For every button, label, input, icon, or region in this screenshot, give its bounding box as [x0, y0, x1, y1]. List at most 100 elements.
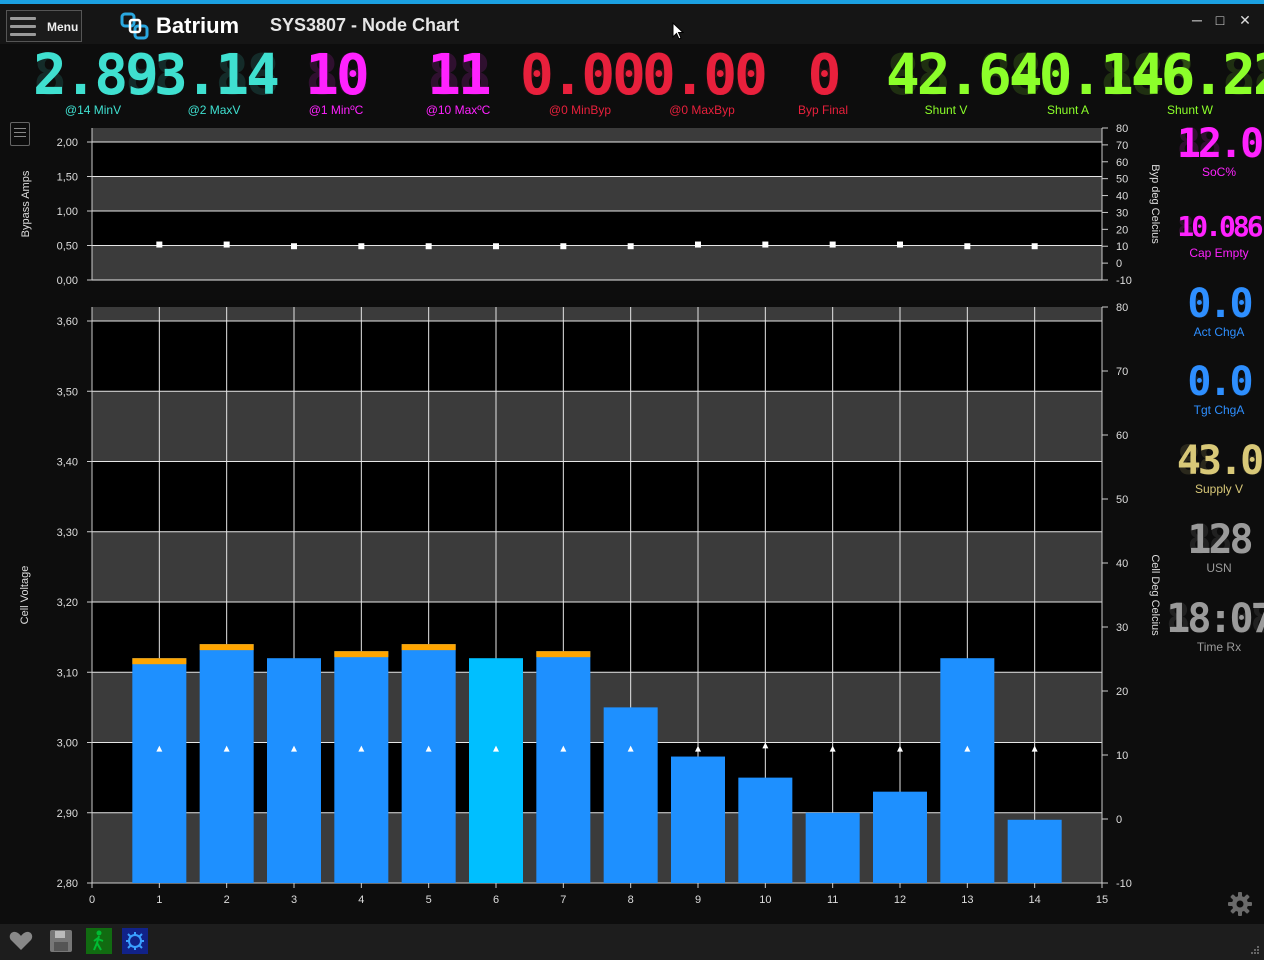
y2-tick-label: 40: [1116, 558, 1128, 570]
bypass-temp-point: [627, 243, 634, 250]
x-tick-label: 14: [1029, 894, 1041, 906]
cell-voltage-bar: [199, 644, 254, 883]
maximize-icon[interactable]: □: [1210, 12, 1230, 28]
y2-tick-label: 20: [1116, 686, 1128, 698]
y-tick-label: 3,20: [57, 597, 78, 609]
brand-name: Batrium: [156, 13, 240, 38]
y-axis-title: Bypass Amps: [20, 170, 32, 237]
top_metrics-value: -8.88-6.22: [1130, 48, 1264, 104]
bypass-temp-point: [964, 243, 971, 250]
bypass-temp-point: [762, 241, 769, 248]
bypass-temp-point: [695, 241, 701, 248]
cell-voltage-bar: [873, 791, 927, 883]
band: [92, 245, 1102, 280]
bypass-temp-point: [291, 243, 297, 250]
save-icon[interactable]: [48, 928, 74, 954]
top_metrics-value-text: 11: [427, 43, 491, 108]
y2-tick-label: 80: [1116, 302, 1128, 314]
top_metrics-value: 88 10: [276, 48, 396, 104]
band: [92, 321, 1102, 392]
cell-voltage-bar: [671, 756, 725, 883]
bypass-temp-point: [560, 243, 567, 250]
top_metrics-value-text: 10: [305, 43, 369, 108]
y2-tick-label: 80: [1116, 123, 1128, 135]
y-tick-label: 1,00: [57, 206, 78, 218]
y-tick-label: 3,40: [57, 457, 78, 469]
cell-voltage-bar: [334, 651, 389, 883]
cell-voltage-bar: [401, 644, 456, 883]
y2-tick-label: 50: [1116, 494, 1128, 506]
close-icon[interactable]: ✕: [1235, 12, 1255, 29]
resize-grip-icon[interactable]: [1250, 945, 1260, 955]
top_metrics-value: -8.888 -0.146: [1008, 48, 1195, 104]
top_metrics-metric: 8 0 Byp Final: [763, 48, 883, 117]
top_metrics-metric: 8.88 3.14 @2 MaxV: [154, 48, 280, 117]
top_metrics-metric: 8.88 0.00 @0 MaxByp: [642, 48, 768, 117]
cell-voltage-bar: [940, 658, 995, 883]
y2-tick-label: -10: [1116, 275, 1132, 287]
x-tick-label: 15: [1096, 894, 1108, 906]
y2-tick-label: 30: [1116, 207, 1128, 219]
x-tick-label: 7: [560, 894, 566, 906]
bypass-temp-point: [829, 241, 836, 248]
cell-voltage-bar: [805, 812, 860, 883]
cell-voltage-bar: [267, 658, 321, 883]
minimize-icon[interactable]: ─: [1187, 12, 1207, 28]
top_metrics-value-text: -6.22: [1130, 43, 1264, 108]
x-tick-label: 3: [291, 894, 297, 906]
band: [92, 142, 1102, 177]
heart-icon[interactable]: [8, 928, 34, 954]
top_metrics-metric: -8.88-6.22Shunt W: [1130, 48, 1264, 117]
band: [92, 307, 1102, 321]
top_metrics-value: 8.88 0.00: [642, 48, 768, 104]
top_metrics-metric: 88 11 @10 MaxºC: [398, 48, 518, 117]
bypass-chart: 0,00 0,50 1,00 1,50 2,00 -10 0 10 20 30 40 50 60 70 80…: [20, 123, 1161, 287]
bypass-indicator: [536, 651, 591, 658]
top_metrics-value-text: 0.00: [520, 43, 646, 108]
walking-figure-icon[interactable]: [86, 928, 112, 954]
gear-icon[interactable]: [1226, 890, 1254, 918]
menu-button[interactable]: Menu: [6, 10, 82, 42]
y2-axis-title: Cell Deg Celcius: [1149, 554, 1161, 636]
y-tick-label: 3,00: [57, 738, 78, 750]
bypass-indicator: [199, 644, 254, 651]
top_metrics-value: 8.88 3.14: [154, 48, 280, 104]
y2-tick-label: 10: [1116, 750, 1128, 762]
y-tick-label: 1,50: [57, 172, 78, 184]
x-tick-label: 4: [358, 894, 364, 906]
top_metrics-metric: -8.888 -0.146 Shunt A: [1008, 48, 1195, 117]
bypass-temp-point: [897, 241, 903, 248]
bypass-indicator: [132, 658, 187, 665]
y-tick-label: 3,10: [57, 667, 78, 679]
y2-tick-label: 30: [1116, 622, 1128, 634]
mouse-cursor-icon: [672, 22, 684, 40]
y2-tick-label: 0: [1116, 814, 1122, 826]
status-bar: [0, 924, 1264, 960]
top_metrics-metric: 8.88 0.00 @0 MinByp: [520, 48, 646, 117]
title-bar: Menu Batrium SYS3807 - Node Chart ─ □ ✕: [0, 4, 1264, 44]
y-tick-label: 0,00: [57, 275, 78, 287]
top_metrics-value-text: 0.00: [642, 43, 768, 108]
y-tick-label: 2,90: [57, 808, 78, 820]
top_metrics-value: 8.88 0.00: [520, 48, 646, 104]
x-tick-label: 12: [894, 894, 906, 906]
top_metrics-metric: 88.88 42.64 Shunt V: [886, 48, 1043, 117]
top_metrics-metric: 8.88 2.89 @14 MinV: [33, 48, 159, 117]
cell-voltage-bar: [469, 658, 523, 883]
y-axis-title: Cell Voltage: [19, 566, 31, 625]
top_metrics-value: 88.88 42.64: [886, 48, 1043, 104]
bypass-indicator: [334, 651, 389, 658]
y2-tick-label: 10: [1116, 241, 1128, 253]
y2-tick-label: 0: [1116, 258, 1122, 270]
bypass-temp-point: [223, 241, 230, 248]
band: [92, 391, 1102, 462]
cell-voltage-chart: 2,802,903,003,103,203,303,403,503,600 1 2 3…: [19, 302, 1161, 906]
bug-icon[interactable]: [122, 928, 148, 954]
y2-tick-label: 70: [1116, 140, 1128, 152]
top_metrics-value: 8.88 2.89: [33, 48, 159, 104]
bypass-temp-point: [493, 243, 499, 250]
bypass-temp-point: [425, 243, 432, 250]
window-title: SYS3807 - Node Chart: [270, 15, 460, 35]
x-tick-label: 10: [759, 894, 771, 906]
y2-axis-title: Byp deg Celcius: [1149, 164, 1161, 244]
